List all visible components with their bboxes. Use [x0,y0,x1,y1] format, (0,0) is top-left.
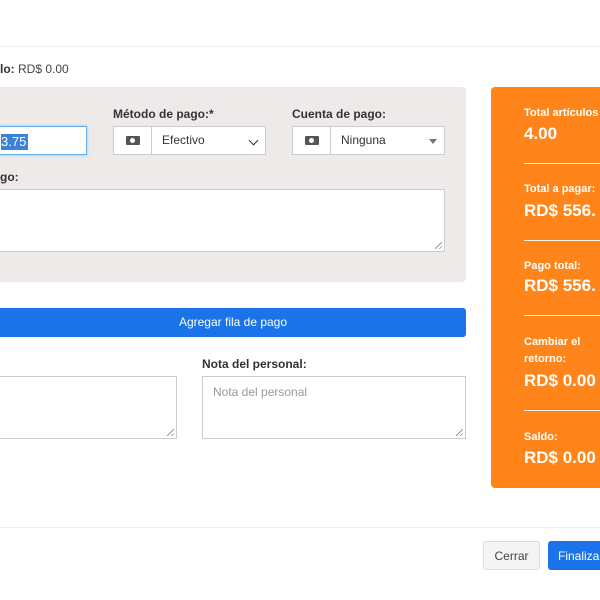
summary-divider [524,240,600,241]
balance-label: lo: [0,62,15,76]
payment-summary-panel: Total artículos 4.00 Total a pagar: RD$ … [491,87,600,488]
payment-method-label: Método de pago:* [113,107,214,121]
total-payable-label: Total a pagar: [524,183,596,195]
balance-value: RD$ 0.00 [18,62,69,76]
money-icon [114,127,152,154]
header-divider [0,46,600,47]
balance-due-value: RD$ 0.00 [524,448,596,467]
footer-divider [0,527,600,528]
chevron-down-icon [248,135,259,146]
total-paid-label: Pago total: [524,260,581,272]
payment-row-panel [0,87,466,282]
balance-line: lo: RD$ 0.00 [0,62,69,76]
total-items-value: 4.00 [524,124,558,143]
payment-account-label: Cuenta de pago: [292,107,387,121]
payment-account-select[interactable]: Ninguna [292,126,445,155]
finalize-payment-button[interactable]: Finalizar [548,541,600,570]
balance-due-label: Saldo: [524,431,558,443]
staff-note-label: Nota del personal: [202,357,307,371]
amount-input[interactable]: 3.75 [0,126,87,155]
summary-divider [524,163,600,164]
change-return-value: RD$ 0.00 [524,371,596,390]
close-button[interactable]: Cerrar [483,541,540,570]
resize-grip-icon[interactable] [456,429,463,436]
sell-note-textarea[interactable] [0,376,177,439]
money-icon [293,127,331,154]
amount-selected-text: 3.75 [1,134,29,150]
payment-account-value: Ninguna [341,133,386,147]
payment-note-textarea[interactable] [0,189,445,252]
payment-method-value: Efectivo [162,133,205,147]
summary-divider [524,410,600,411]
staff-note-placeholder: Nota del personal [213,385,308,399]
total-items-label: Total artículos [524,107,599,119]
change-return-label-line1: Cambiar el [524,336,581,348]
resize-grip-icon[interactable] [435,242,442,249]
summary-divider [524,315,600,316]
change-return-label-line2: retorno: [524,353,567,365]
total-payable-value: RD$ 556. [524,201,596,220]
add-payment-row-button[interactable]: Agregar fila de pago [0,308,466,337]
payment-method-select[interactable]: Efectivo [113,126,266,155]
caret-down-icon [429,139,437,144]
resize-grip-icon[interactable] [167,429,174,436]
payment-note-label: go: [0,170,19,184]
staff-note-textarea[interactable]: Nota del personal [202,376,466,439]
total-paid-value: RD$ 556. [524,276,596,295]
